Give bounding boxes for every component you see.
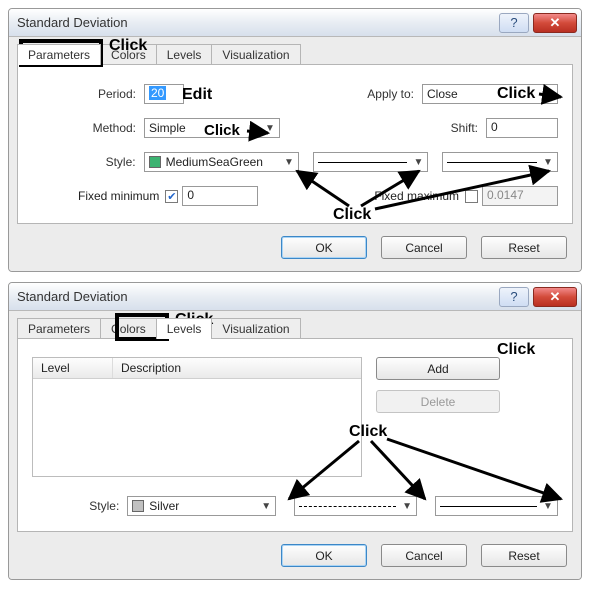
fixedmin-checkbox[interactable]: ✔ <box>165 190 178 203</box>
ok-button[interactable]: OK <box>281 236 367 259</box>
dialog-buttons: OK Cancel Reset <box>9 538 581 579</box>
fixedmax-checkbox[interactable] <box>465 190 478 203</box>
tab-colors[interactable]: Colors <box>100 318 157 339</box>
delete-button[interactable]: Delete <box>376 390 500 413</box>
close-button[interactable]: ✕ <box>533 13 577 33</box>
style-label: Style: <box>32 499 127 513</box>
chevron-down-icon: ▼ <box>259 501 273 512</box>
tab-parameters[interactable]: Parameters <box>17 44 101 65</box>
tab-parameters[interactable]: Parameters <box>17 318 101 339</box>
reset-button[interactable]: Reset <box>481 544 567 567</box>
chevron-down-icon: ▼ <box>400 501 414 512</box>
style-line-combo[interactable]: ▼ <box>294 496 417 516</box>
dialog-parameters: Standard Deviation ? ✕ Parameters Colors… <box>8 8 582 272</box>
period-label: Period: <box>32 87 144 101</box>
add-button[interactable]: Add <box>376 357 500 380</box>
titlebar: Standard Deviation ? ✕ <box>9 9 581 37</box>
tab-bar: Parameters Colors Levels Visualization <box>9 311 581 338</box>
tab-visualization[interactable]: Visualization <box>211 318 300 339</box>
chevron-down-icon: ▼ <box>411 157 425 168</box>
tab-visualization[interactable]: Visualization <box>211 44 300 65</box>
chevron-down-icon: ▼ <box>541 157 555 168</box>
window-title: Standard Deviation <box>17 289 499 304</box>
parameters-panel: Period: 20 Apply to: Close▼ Method: Simp… <box>17 64 573 224</box>
levels-table[interactable]: Level Description <box>32 357 362 477</box>
cancel-button[interactable]: Cancel <box>381 544 467 567</box>
applyto-combo[interactable]: Close▼ <box>422 84 558 104</box>
fixedmax-input[interactable]: 0.0147 <box>482 186 558 206</box>
style-color-combo[interactable]: MediumSeaGreen▼ <box>144 152 299 172</box>
chevron-down-icon: ▼ <box>541 501 555 512</box>
chevron-down-icon: ▼ <box>263 123 277 134</box>
fixedmax-label: Fixed maximum <box>374 189 459 203</box>
tab-levels[interactable]: Levels <box>156 44 213 65</box>
tab-bar: Parameters Colors Levels Visualization <box>9 37 581 64</box>
levels-panel: Level Description Add Delete Style: Silv… <box>17 338 573 532</box>
color-swatch-icon <box>132 500 144 512</box>
help-button[interactable]: ? <box>499 13 529 33</box>
col-description[interactable]: Description <box>113 358 361 378</box>
color-swatch-icon <box>149 156 161 168</box>
ok-button[interactable]: OK <box>281 544 367 567</box>
close-button[interactable]: ✕ <box>533 287 577 307</box>
chevron-down-icon: ▼ <box>541 89 555 100</box>
dialog-buttons: OK Cancel Reset <box>9 230 581 271</box>
help-button[interactable]: ? <box>499 287 529 307</box>
style-line-combo[interactable]: ▼ <box>313 152 429 172</box>
fixedmin-label: Fixed minimum <box>78 189 159 203</box>
titlebar: Standard Deviation ? ✕ <box>9 283 581 311</box>
tab-colors[interactable]: Colors <box>100 44 157 65</box>
style-color-combo[interactable]: Silver▼ <box>127 496 276 516</box>
reset-button[interactable]: Reset <box>481 236 567 259</box>
shift-label: Shift: <box>416 121 486 135</box>
dialog-levels: Standard Deviation ? ✕ Parameters Colors… <box>8 282 582 580</box>
style-label: Style: <box>32 155 144 169</box>
period-input[interactable]: 20 <box>144 84 184 104</box>
shift-input[interactable]: 0 <box>486 118 558 138</box>
style-width-combo[interactable]: ▼ <box>435 496 558 516</box>
table-header: Level Description <box>33 358 361 379</box>
chevron-down-icon: ▼ <box>282 157 296 168</box>
style-width-combo[interactable]: ▼ <box>442 152 558 172</box>
method-label: Method: <box>32 121 144 135</box>
window-title: Standard Deviation <box>17 15 499 30</box>
tab-levels[interactable]: Levels <box>156 318 213 339</box>
method-combo[interactable]: Simple▼ <box>144 118 280 138</box>
col-level[interactable]: Level <box>33 358 113 378</box>
cancel-button[interactable]: Cancel <box>381 236 467 259</box>
fixedmin-input[interactable]: 0 <box>182 186 258 206</box>
applyto-label: Apply to: <box>352 87 422 101</box>
